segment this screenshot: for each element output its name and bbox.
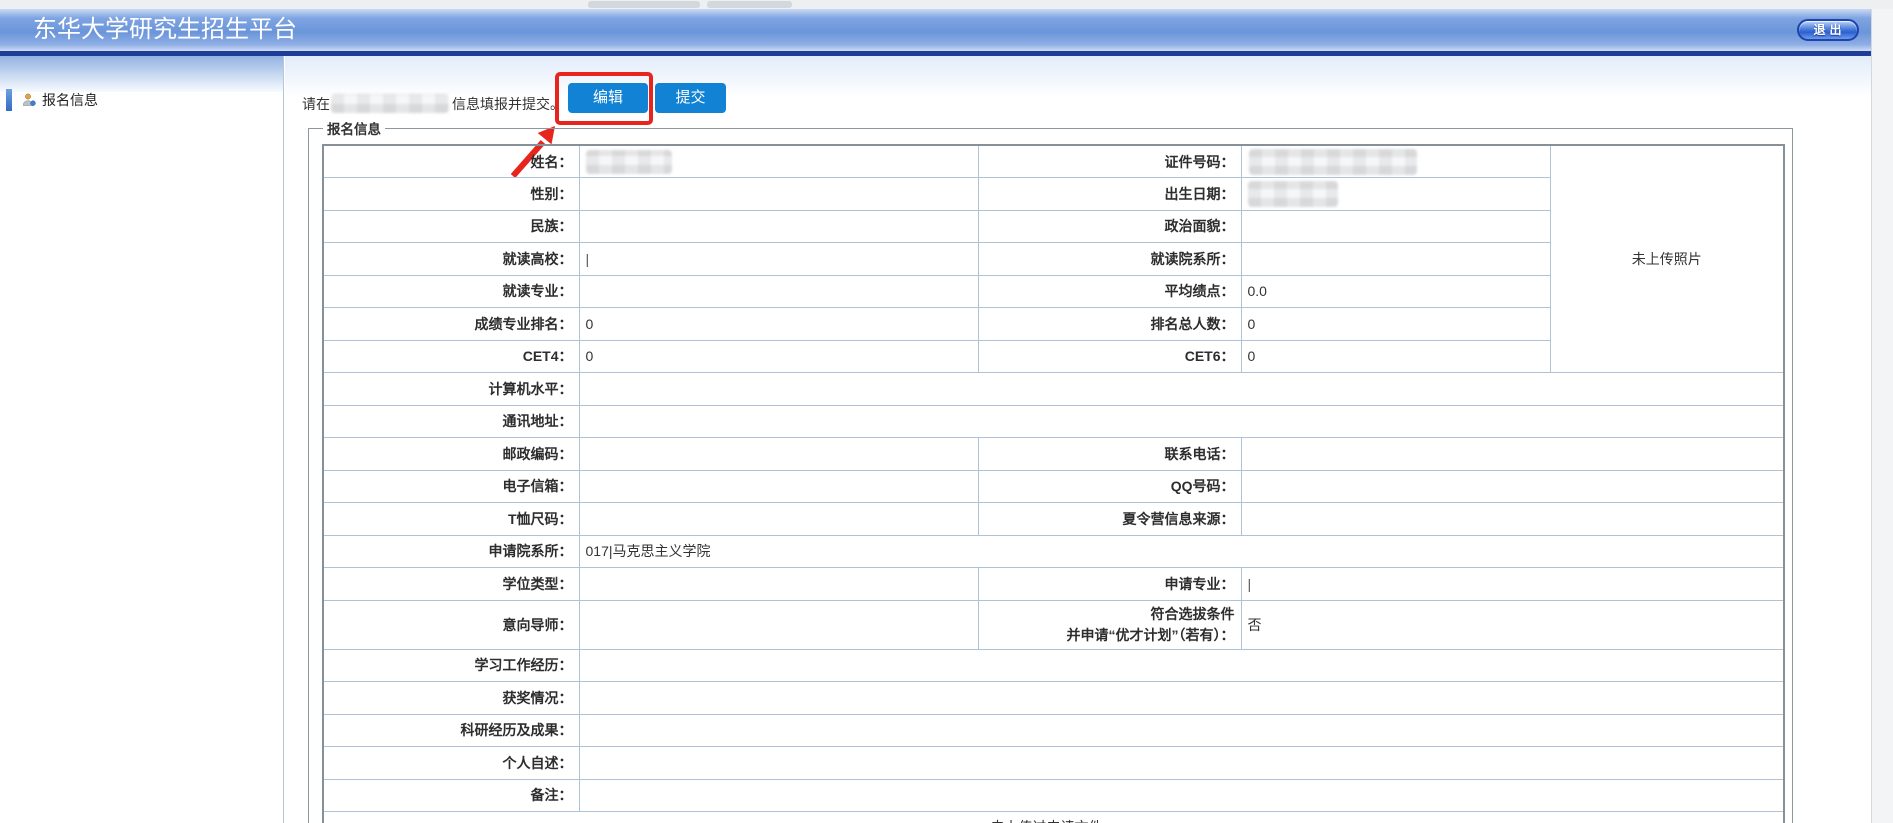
- top-tab-shape: [588, 1, 700, 8]
- form-value: [579, 275, 978, 308]
- form-value: [579, 145, 978, 178]
- sidebar: 报名信息: [0, 56, 284, 823]
- form-label: QQ号码：: [978, 470, 1241, 503]
- app-header: 东华大学研究生招生平台 退出: [0, 9, 1871, 51]
- redacted-value: [1249, 149, 1417, 175]
- sidebar-item-label: 报名信息: [42, 88, 98, 112]
- form-value: [1241, 178, 1550, 211]
- text-caret: |: [586, 251, 590, 267]
- edit-button[interactable]: 编辑: [568, 83, 648, 113]
- form-label: 学位类型：: [323, 568, 579, 601]
- form-label: 出生日期：: [978, 178, 1241, 211]
- form-label: 就读专业：: [323, 275, 579, 308]
- form-value: [1241, 145, 1550, 178]
- form-label: 就读院系所：: [978, 243, 1241, 276]
- active-item-accent: [6, 89, 12, 111]
- form-label: 姓名：: [323, 145, 579, 178]
- form-value: [579, 682, 1784, 715]
- form-value: |: [579, 243, 978, 276]
- page-title: 东华大学研究生招生平台: [33, 9, 297, 51]
- app-window: 东华大学研究生招生平台 退出 报名信息 请在信息填报并提交。 编辑 提交 报名信: [0, 0, 1893, 823]
- logout-button[interactable]: 退出: [1797, 19, 1859, 41]
- form-table-body: 姓名： 证件号码： 未上传照片 性别： 出生日期： 民族： 政治面貌： 就读高校： | 就读院系所…: [323, 145, 1784, 823]
- form-label: 证件号码：: [978, 145, 1241, 178]
- form-value: [579, 373, 1784, 406]
- form-value: [579, 568, 978, 601]
- form-label: 申请院系所：: [323, 535, 579, 568]
- form-label: 备注：: [323, 779, 579, 812]
- instruction-prefix: 请在: [302, 96, 330, 112]
- form-value: 0: [579, 340, 978, 373]
- form-label: 排名总人数：: [978, 308, 1241, 341]
- form-label: 获奖情况：: [323, 682, 579, 715]
- form-value: 017|马克思主义学院: [579, 535, 1784, 568]
- redacted-text: [331, 94, 449, 113]
- form-value: [1241, 470, 1784, 503]
- form-value: 0: [579, 308, 978, 341]
- form-value: 0.0: [1241, 275, 1550, 308]
- form-label: 通讯地址：: [323, 405, 579, 438]
- form-label: T恤尺码：: [323, 503, 579, 536]
- form-label: 夏令营信息来源：: [978, 503, 1241, 536]
- user-icon: [21, 92, 37, 108]
- form-label: 成绩专业排名：: [323, 308, 579, 341]
- form-label: 政治面貌：: [978, 210, 1241, 243]
- form-label: 意向导师：: [323, 600, 579, 649]
- form-label: 学习工作经历：: [323, 649, 579, 682]
- fieldset-legend: 报名信息: [323, 118, 385, 138]
- form-value: [579, 649, 1784, 682]
- form-label: 申请专业：: [978, 568, 1241, 601]
- form-label: 邮政编码：: [323, 438, 579, 471]
- photo-placeholder: 未上传照片: [1550, 145, 1784, 373]
- form-label: 联系电话：: [978, 438, 1241, 471]
- form-label: 计算机水平：: [323, 373, 579, 406]
- form-label: 平均绩点：: [978, 275, 1241, 308]
- form-table: 姓名： 证件号码： 未上传照片 性别： 出生日期： 民族： 政治面貌： 就读高校： | 就读院系所…: [322, 144, 1785, 823]
- form-value: [1241, 210, 1550, 243]
- form-value: 0: [1241, 308, 1550, 341]
- browser-top-strip: [0, 0, 1893, 9]
- text-caret: |: [1248, 576, 1252, 592]
- form-value: [1241, 438, 1784, 471]
- form-value: [579, 178, 978, 211]
- form-value: 0: [1241, 340, 1550, 373]
- instruction-suffix: 信息填报并提交。: [452, 96, 564, 112]
- form-label: 个人自述：: [323, 747, 579, 780]
- submit-button[interactable]: 提交: [655, 83, 726, 113]
- form-label: 就读高校：: [323, 243, 579, 276]
- form-value: [1241, 503, 1784, 536]
- form-value: [579, 600, 978, 649]
- form-value: [1241, 243, 1550, 276]
- vertical-scrollbar[interactable]: [1871, 9, 1893, 823]
- redacted-value: [1248, 181, 1338, 207]
- form-value: [579, 747, 1784, 780]
- form-value: [579, 438, 978, 471]
- attachment-note: 未上传过申请文件。: [323, 812, 1784, 823]
- form-label: 科研经历及成果：: [323, 714, 579, 747]
- form-value: [579, 405, 1784, 438]
- form-value: [579, 470, 978, 503]
- sidebar-gradient: [0, 56, 283, 92]
- redacted-value: [586, 150, 672, 174]
- form-label: 民族：: [323, 210, 579, 243]
- form-value: [579, 503, 978, 536]
- form-label: CET4：: [323, 340, 579, 373]
- form-value: |: [1241, 568, 1784, 601]
- sidebar-item-enrollment-info[interactable]: 报名信息: [0, 88, 283, 112]
- form-label: 电子信箱：: [323, 470, 579, 503]
- form-label: 符合选拔条件并申请“优才计划”（若有）：: [978, 600, 1241, 649]
- form-value: [579, 779, 1784, 812]
- form-label: 性别：: [323, 178, 579, 211]
- form-value: [579, 714, 1784, 747]
- form-label: CET6：: [978, 340, 1241, 373]
- form-value: [579, 210, 978, 243]
- instruction-text: 请在 信息填报并提交。: [302, 90, 564, 118]
- main-content: 请在 信息填报并提交。 编辑 提交 报名信息 姓名： 证件号码： 未上传照片 性别： 出生…: [285, 56, 1871, 823]
- form-value: 否: [1241, 600, 1784, 649]
- top-tab-shape: [707, 1, 792, 8]
